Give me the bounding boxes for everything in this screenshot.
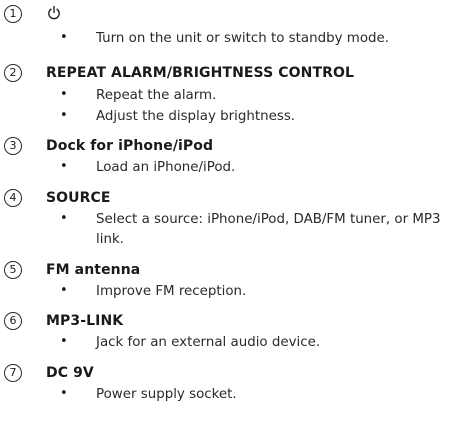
bullet-marker: • <box>60 334 68 349</box>
item-title: Dock for iPhone/iPod <box>46 138 214 154</box>
bullet-marker: • <box>60 211 68 226</box>
item-description: Load an iPhone/iPod. <box>96 160 236 175</box>
item-description: Jack for an external audio device. <box>96 335 321 350</box>
bullet-marker: • <box>60 159 68 174</box>
item-description: Repeat the alarm. <box>96 88 217 103</box>
item-title: SOURCE <box>46 190 111 206</box>
item-title: REPEAT ALARM/BRIGHTNESS CONTROL <box>46 65 355 81</box>
item-number-badge: 7 <box>4 364 22 382</box>
bullet-marker: • <box>60 30 68 45</box>
item-description: Turn on the unit or switch to standby mo… <box>96 31 390 46</box>
item-description: Select a source: iPhone/iPod, DAB/FM tun… <box>96 212 441 247</box>
item-description: Power supply socket. <box>96 387 237 402</box>
item-number-badge: 6 <box>4 312 22 330</box>
item-title: DC 9V <box>46 365 94 381</box>
item-title: MP3-LINK <box>46 313 124 329</box>
power-icon <box>48 5 60 20</box>
item-number-badge: 1 <box>4 5 22 23</box>
bullet-marker: • <box>60 283 68 298</box>
item-number-badge: 4 <box>4 189 22 207</box>
bullet-marker: • <box>60 87 68 102</box>
item-number-badge: 2 <box>4 64 22 82</box>
item-description: Adjust the display brightness. <box>96 109 296 124</box>
item-number-badge: 3 <box>4 137 22 155</box>
item-number-badge: 5 <box>4 261 22 279</box>
bullet-marker: • <box>60 386 68 401</box>
item-description: Improve FM reception. <box>96 284 247 299</box>
item-title: FM antenna <box>46 262 141 278</box>
bullet-marker: • <box>60 108 68 123</box>
